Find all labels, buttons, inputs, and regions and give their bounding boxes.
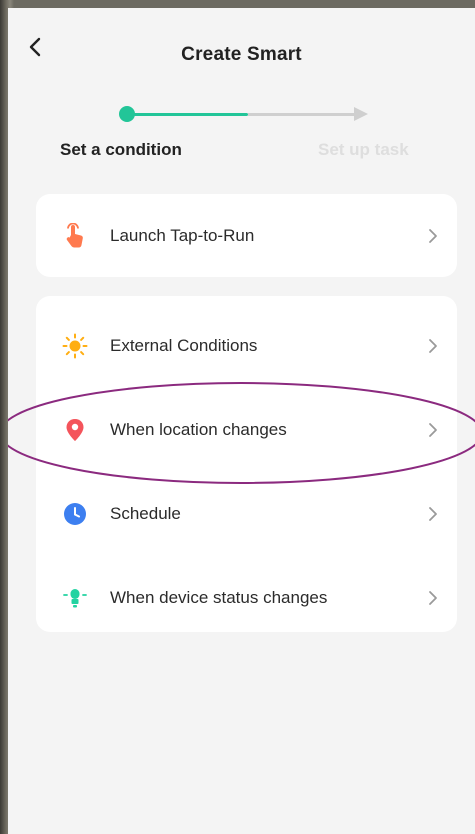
chevron-right-icon xyxy=(425,506,441,522)
option-launch-tap-to-run[interactable]: Launch Tap-to-Run xyxy=(36,194,457,278)
option-label: Schedule xyxy=(110,504,181,523)
option-label: When location changes xyxy=(110,420,287,439)
chevron-right-icon xyxy=(425,338,441,354)
option-label: External Conditions xyxy=(110,336,258,355)
step-progress-active xyxy=(126,113,248,116)
header: Create Smart xyxy=(8,8,475,88)
step-label-condition: Set a condition xyxy=(60,140,182,159)
chevron-right-icon xyxy=(425,590,441,606)
tap-to-run-card: Launch Tap-to-Run xyxy=(36,194,457,277)
conditions-card: External Conditions When location change… xyxy=(36,296,457,632)
sun-icon xyxy=(62,333,88,359)
progress-stepper: Set a condition Set up task xyxy=(8,96,475,166)
step-current-dot xyxy=(119,106,135,122)
option-label: Launch Tap-to-Run xyxy=(110,226,255,245)
hand-tap-icon xyxy=(62,223,88,249)
step-arrow-icon xyxy=(354,107,368,121)
option-when-device-status-changes[interactable]: When device status changes xyxy=(36,556,457,640)
step-progress-inactive xyxy=(248,113,358,116)
page-title: Create Smart xyxy=(181,44,302,65)
chevron-right-icon xyxy=(425,422,441,438)
step-label-task: Set up task xyxy=(318,140,409,159)
app-screen: Create Smart Set a condition Set up task… xyxy=(8,8,475,834)
location-pin-icon xyxy=(62,417,88,443)
clock-icon xyxy=(62,501,88,527)
chevron-right-icon xyxy=(425,228,441,244)
option-schedule[interactable]: Schedule xyxy=(36,472,457,556)
device-bulb-icon xyxy=(62,585,88,611)
option-when-location-changes[interactable]: When location changes xyxy=(36,388,457,472)
option-external-conditions[interactable]: External Conditions xyxy=(36,304,457,388)
option-label: When device status changes xyxy=(110,588,328,607)
